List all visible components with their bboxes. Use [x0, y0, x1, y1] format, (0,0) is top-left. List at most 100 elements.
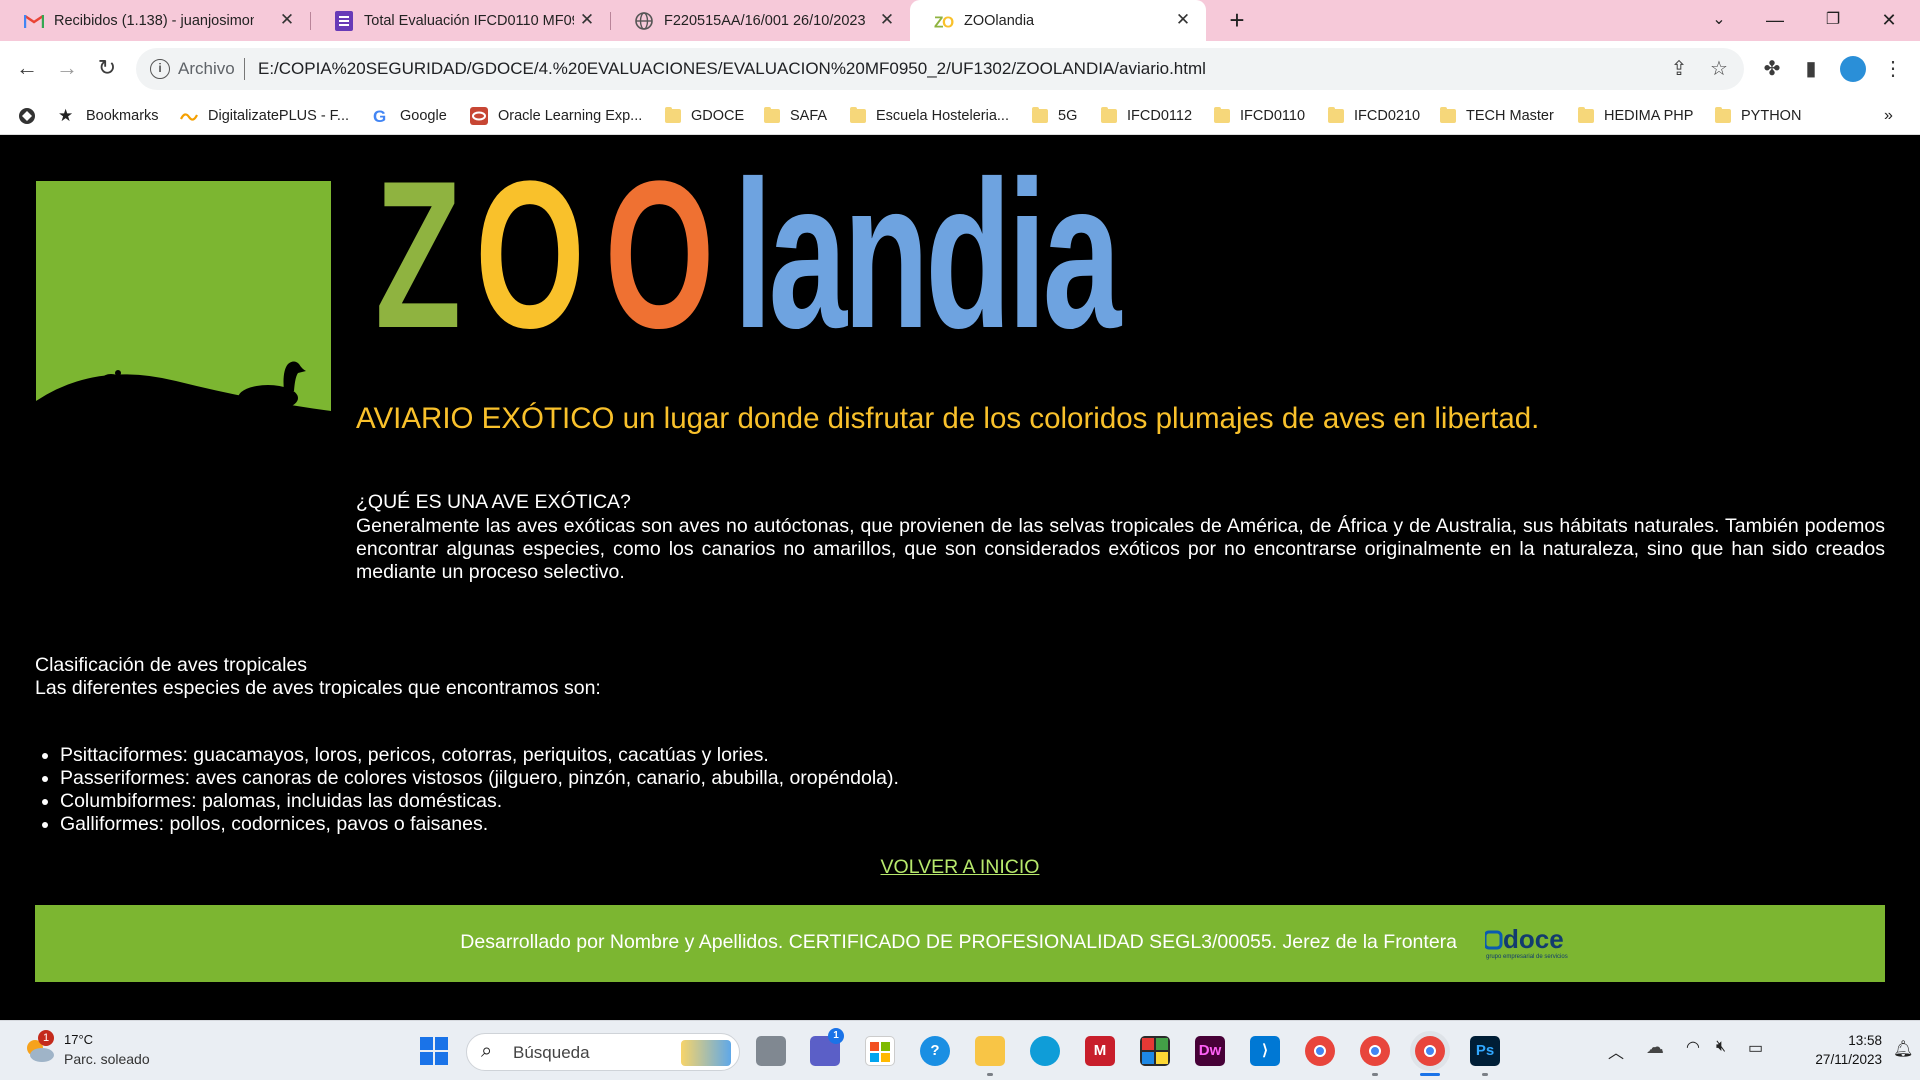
visual-app-icon[interactable] — [1140, 1036, 1170, 1066]
dreamweaver-icon[interactable]: Dw — [1195, 1036, 1225, 1066]
teams-icon[interactable]: 1 — [810, 1028, 844, 1066]
menu-icon[interactable]: ⋮ — [1880, 56, 1906, 82]
question-body: Generalmente las aves exóticas son aves … — [356, 515, 1885, 583]
bookmark-hedima-php[interactable]: HEDIMA PHP — [1578, 104, 1693, 128]
tab-title: Total Evaluación IFCD0110 MF09 — [364, 12, 574, 29]
bookmark-label: Google — [400, 108, 447, 124]
notification-bell-icon[interactable]: 🔔︎ — [1893, 1039, 1913, 1059]
globe-icon — [634, 11, 654, 31]
minimize-button[interactable]: — — [1752, 6, 1798, 34]
bookmark-star-icon[interactable]: ☆ — [1706, 56, 1732, 82]
chevron-up-icon[interactable]: ︿ — [1608, 1039, 1624, 1063]
close-tab-icon[interactable]: ✕ — [278, 11, 296, 29]
extensions-icon[interactable]: ✤ — [1759, 56, 1785, 82]
tab-zoolandia[interactable]: ZO ZOOlandia ✕ — [910, 0, 1206, 41]
gdoce-logo: doce grupo empresarial de servicios — [1483, 924, 1615, 964]
chrome-profile-icon[interactable] — [1360, 1036, 1390, 1066]
bookmark-ifcd0112[interactable]: IFCD0112 — [1101, 104, 1192, 128]
bookmark-gdoce[interactable]: GDOCE — [665, 104, 744, 128]
apps-icon[interactable] — [18, 104, 36, 128]
clock-time[interactable]: 13:58 — [1828, 1033, 1882, 1048]
task-view-icon[interactable] — [756, 1036, 786, 1066]
folder-icon — [1578, 107, 1594, 123]
svg-text:O: O — [942, 14, 954, 31]
weather-description[interactable]: Parc. soleado — [64, 1051, 150, 1067]
forms-icon — [334, 10, 354, 31]
tab-f220515[interactable]: F220515AA/16/001 26/10/2023 ✕ — [610, 0, 910, 41]
bookmark-python[interactable]: PYTHON — [1715, 104, 1801, 128]
maximize-button[interactable]: ❐ — [1810, 6, 1856, 34]
back-button[interactable]: ← — [12, 53, 42, 83]
bookmark-5g[interactable]: 5G — [1032, 104, 1077, 128]
side-panel-icon[interactable]: ▮ — [1798, 56, 1824, 82]
bookmark-bookmarks[interactable]: ★ Bookmarks — [58, 104, 159, 128]
wifi-icon[interactable]: ◠ — [1686, 1037, 1700, 1057]
list-item: Galliformes: pollos, codornices, pavos o… — [60, 813, 899, 836]
running-indicator — [1482, 1073, 1488, 1076]
classification-title: Clasificación de aves tropicales — [35, 654, 308, 676]
bookmark-ifcd0210[interactable]: IFCD0210 — [1328, 104, 1420, 128]
taskbar-search[interactable]: ⌕ Búsqueda — [466, 1033, 740, 1071]
teams-badge: 1 — [828, 1028, 844, 1044]
edge-icon[interactable] — [1030, 1036, 1060, 1066]
tab-gmail[interactable]: Recibidos (1.138) - juanjosimon@ ✕ — [0, 0, 311, 41]
profile-avatar[interactable] — [1840, 56, 1866, 82]
bookmark-label: HEDIMA PHP — [1604, 108, 1694, 124]
address-url[interactable]: E:/COPIA%20SEGURIDAD/GDOCE/4.%20EVALUACI… — [258, 59, 1206, 79]
folder-icon — [1101, 107, 1117, 123]
tab-evaluacion[interactable]: Total Evaluación IFCD0110 MF09 ✕ — [310, 0, 611, 41]
new-tab-button[interactable]: + — [1223, 7, 1251, 35]
google-icon: G — [372, 107, 390, 126]
windows-taskbar: 1 17°C Parc. soleado ⌕ Búsqueda 1 ? M Dw… — [0, 1020, 1920, 1080]
close-tab-icon[interactable]: ✕ — [578, 11, 596, 29]
tab-search-icon[interactable]: ⌄ — [1696, 6, 1742, 34]
photoshop-icon[interactable]: Ps — [1470, 1036, 1500, 1066]
close-tab-icon[interactable]: ✕ — [1174, 11, 1192, 29]
folder-icon — [1440, 107, 1456, 123]
reload-button[interactable]: ↻ — [92, 53, 122, 83]
tab-title: F220515AA/16/001 26/10/2023 — [664, 12, 866, 29]
more-bookmarks-icon[interactable]: » — [1884, 104, 1893, 128]
close-tab-icon[interactable]: ✕ — [878, 11, 896, 29]
gdoce-tagline: grupo empresarial de servicios — [1486, 954, 1568, 960]
back-to-home-link[interactable]: VOLVER A INICIO — [0, 856, 1920, 879]
bookmark-label: DigitalizatePLUS - F... — [208, 108, 350, 124]
digitalizate-icon — [180, 107, 198, 125]
help-icon[interactable]: ? — [920, 1036, 950, 1066]
bookmark-ifcd0110[interactable]: IFCD0110 — [1214, 104, 1305, 128]
folder-icon — [850, 107, 866, 123]
bookmark-safa[interactable]: SAFA — [764, 104, 827, 128]
chrome-active-icon[interactable] — [1415, 1036, 1445, 1066]
vscode-icon[interactable]: ⟩ — [1250, 1036, 1280, 1066]
windows-start-icon[interactable] — [420, 1037, 448, 1065]
volume-muted-icon[interactable]: 🔇︎ — [1716, 1038, 1726, 1056]
chrome-icon[interactable] — [1305, 1036, 1335, 1066]
folder-icon — [764, 107, 780, 123]
page-content: ZO Olandia AVIARIO EXÓTICO un lugar donde… — [0, 135, 1920, 1020]
classification-subtitle: Las diferentes especies de aves tropical… — [35, 677, 601, 699]
info-icon[interactable]: i — [150, 59, 170, 79]
weather-badge: 1 — [38, 1030, 54, 1046]
bookmark-label: 5G — [1058, 108, 1078, 124]
bookmark-escuela[interactable]: Escuela Hosteleria... — [850, 104, 1009, 128]
bookmark-digitalizate[interactable]: DigitalizatePLUS - F... — [180, 104, 349, 128]
bookmark-oracle[interactable]: Oracle Learning Exp... — [470, 104, 642, 128]
share-icon[interactable]: ⇪ — [1666, 56, 1692, 82]
address-bar[interactable]: i Archivo E:/COPIA%20SEGURIDAD/GDOCE/4.%… — [136, 48, 1744, 90]
tab-strip: Recibidos (1.138) - juanjosimon@ ✕ Total… — [0, 0, 1920, 41]
weather-temperature[interactable]: 17°C — [64, 1032, 93, 1047]
bookmark-tech-master[interactable]: TECH Master — [1440, 104, 1554, 128]
bookmark-label: SAFA — [790, 108, 828, 124]
battery-icon[interactable]: ▭ — [1748, 1038, 1763, 1058]
file-explorer-icon[interactable] — [975, 1036, 1005, 1066]
bookmark-label: IFCD0112 — [1127, 108, 1193, 124]
search-label: Búsqueda — [513, 1043, 590, 1062]
mcafee-icon[interactable]: M — [1085, 1036, 1115, 1066]
microsoft-store-icon[interactable] — [865, 1036, 895, 1066]
forward-button[interactable]: → — [52, 53, 82, 83]
close-window-button[interactable]: ✕ — [1866, 6, 1912, 34]
weather-icon[interactable]: 1 — [22, 1030, 56, 1064]
onedrive-icon[interactable]: ☁ — [1646, 1037, 1664, 1058]
bookmark-google[interactable]: G Google — [372, 104, 447, 128]
clock-date[interactable]: 27/11/2023 — [1782, 1052, 1882, 1067]
